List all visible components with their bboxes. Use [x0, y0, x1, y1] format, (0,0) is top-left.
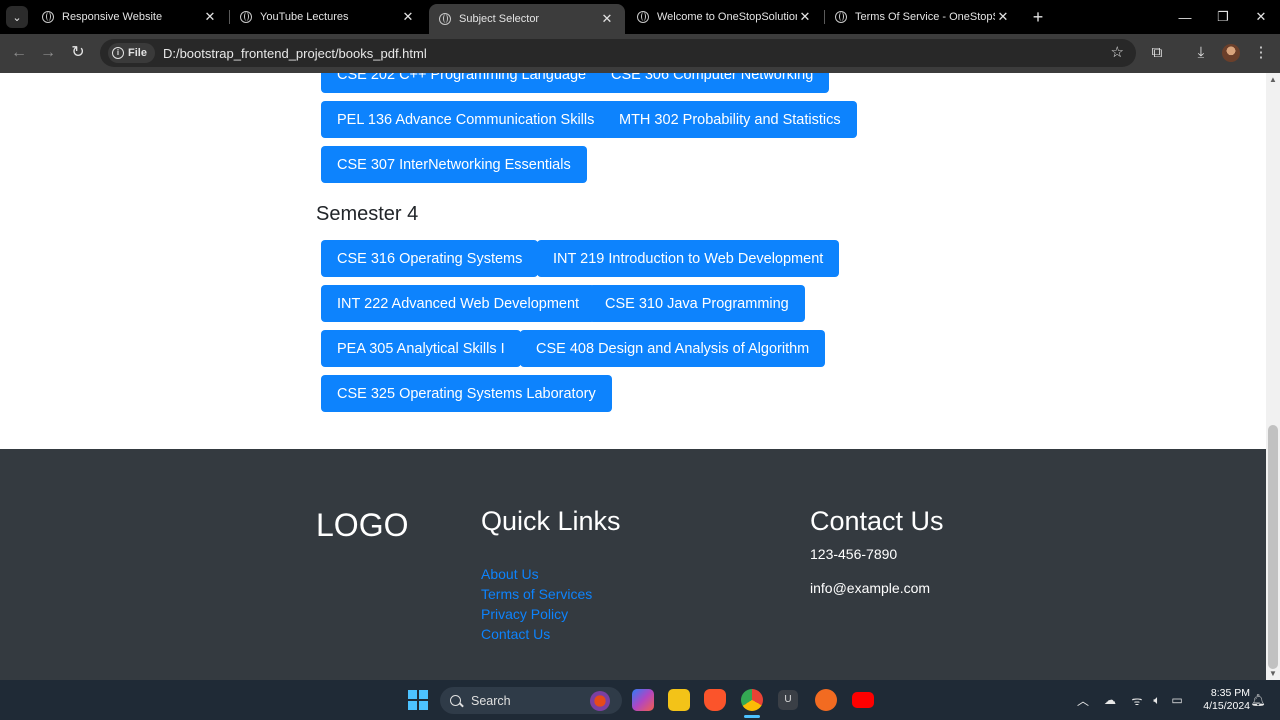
wifi-icon[interactable]: ᯤ [1128, 680, 1146, 720]
tab-responsive-website[interactable]: Responsive Website ✕ [32, 0, 228, 34]
tab-search-button[interactable]: ⌄ [6, 6, 28, 28]
globe-icon [439, 13, 451, 25]
tab-subject-selector[interactable]: Subject Selector ✕ [429, 4, 625, 34]
subject-button[interactable]: CSE 202 C++ Programming Language [321, 73, 603, 93]
tab-title: Terms Of Service - OneStopSolutions [855, 11, 995, 23]
taskbar: Search U ︿ ☁ ᯤ 🔈︎ ▭ 8:35 PM 4/15/2024 🔔︎ [0, 680, 1280, 720]
restore-button[interactable]: ❐ [1204, 0, 1242, 34]
footer-link-about[interactable]: About Us [481, 566, 539, 582]
site-info-label: File [128, 47, 147, 59]
footer-link-terms[interactable]: Terms of Services [481, 586, 592, 602]
contact-email: info@example.com [810, 580, 931, 596]
web-page: CSE 202 C++ Programming Language CSE 306… [0, 73, 1266, 680]
close-icon[interactable]: ✕ [202, 9, 218, 25]
subject-button[interactable]: CSE 306 Computer Networking [595, 73, 830, 93]
browser-toolbar: ← → ↻ i File D:/bootstrap_frontend_proje… [0, 34, 1280, 73]
footer-logo[interactable]: LOGO [316, 507, 408, 544]
arrow-right-icon: → [40, 44, 56, 61]
tab-title: Welcome to OneStopSolutions [657, 11, 797, 23]
info-icon: i [112, 47, 124, 59]
url-text[interactable]: D:/bootstrap_frontend_project/books_pdf.… [163, 46, 427, 61]
bookmark-star-icon[interactable]: ☆ [1111, 43, 1124, 61]
tab-terms-of-service[interactable]: Terms Of Service - OneStopSolutions ✕ [825, 0, 1021, 34]
tray-overflow-chevron-icon[interactable]: ︿ [1074, 680, 1092, 720]
copilot-icon[interactable] [632, 689, 654, 711]
notification-bell-icon[interactable]: 🔔︎ [1250, 680, 1266, 720]
close-icon[interactable]: ✕ [797, 9, 813, 25]
taskbar-search-label: Search [471, 693, 511, 708]
subject-button[interactable]: INT 219 Introduction to Web Development [537, 240, 840, 277]
back-button[interactable]: ← [8, 42, 30, 64]
windows-start-icon[interactable] [408, 690, 428, 710]
subject-button[interactable]: CSE 408 Design and Analysis of Algorithm [520, 330, 826, 367]
scrollbar-thumb[interactable] [1268, 425, 1278, 669]
globe-icon [835, 11, 847, 23]
reload-icon: ↻ [71, 44, 85, 61]
semester-heading: Semester 4 [316, 203, 419, 225]
minimize-icon: — [1178, 9, 1192, 25]
download-icon[interactable]: ⤓ [1190, 42, 1212, 64]
search-icon [450, 695, 461, 706]
subject-button[interactable]: PEA 305 Analytical Skills I [321, 330, 521, 367]
youtube-icon[interactable] [852, 692, 874, 708]
postman-icon[interactable] [815, 689, 837, 711]
subject-button[interactable]: CSE 307 InterNetworking Essentials [321, 146, 587, 183]
globe-icon [637, 11, 649, 23]
quick-links-title: Quick Links [481, 506, 621, 536]
scroll-up-icon[interactable]: ▲ [1269, 75, 1277, 84]
active-app-indicator [744, 715, 760, 718]
onedrive-icon[interactable]: ☁ [1100, 680, 1120, 720]
search-highlight-icon [590, 691, 610, 711]
tab-title: YouTube Lectures [260, 11, 349, 23]
restore-icon: ❐ [1217, 9, 1229, 24]
close-icon[interactable]: ✕ [995, 9, 1011, 25]
profile-avatar[interactable] [1222, 44, 1240, 62]
tab-title: Responsive Website [62, 11, 163, 23]
chrome-icon[interactable] [741, 689, 763, 711]
footer-link-contact[interactable]: Contact Us [481, 626, 550, 642]
tab-title: Subject Selector [459, 13, 540, 25]
menu-kebab-icon[interactable]: ⋮ [1250, 42, 1272, 64]
contact-title: Contact Us [810, 506, 944, 536]
chevron-down-icon: ⌄ [12, 11, 22, 24]
brave-browser-icon[interactable] [704, 689, 726, 711]
globe-icon [240, 11, 252, 23]
close-icon[interactable]: ✕ [599, 11, 615, 27]
close-window-button[interactable]: ✕ [1242, 0, 1280, 34]
reload-button[interactable]: ↻ [67, 42, 89, 64]
tab-welcome-onestopsolutions[interactable]: Welcome to OneStopSolutions ✕ [627, 0, 823, 34]
tab-youtube-lectures[interactable]: YouTube Lectures ✕ [230, 0, 426, 34]
file-explorer-icon[interactable] [668, 689, 690, 711]
clock-time: 8:35 PM [1210, 687, 1250, 699]
scroll-down-icon[interactable]: ▼ [1269, 669, 1277, 678]
site-footer: LOGO Quick Links About Us Terms of Servi… [0, 449, 1266, 680]
plus-icon: + [1032, 7, 1044, 27]
subject-button[interactable]: PEL 136 Advance Communication Skills [321, 101, 611, 138]
extensions-icon[interactable]: ⧉ [1146, 42, 1168, 64]
forward-button[interactable]: → [37, 42, 59, 64]
tab-strip: ⌄ Responsive Website ✕ YouTube Lectures … [0, 0, 1280, 34]
footer-link-privacy[interactable]: Privacy Policy [481, 606, 568, 622]
minimize-button[interactable]: — [1166, 0, 1204, 34]
taskbar-clock[interactable]: 8:35 PM 4/15/2024 [1190, 687, 1250, 713]
subject-button[interactable]: CSE 310 Java Programming [589, 285, 805, 322]
battery-icon[interactable]: ▭ [1168, 680, 1186, 720]
close-icon[interactable]: ✕ [400, 9, 416, 25]
address-bar[interactable]: i File D:/bootstrap_frontend_project/boo… [100, 39, 1136, 67]
contact-phone: 123-456-7890 [810, 546, 898, 562]
site-info-chip[interactable]: i File [108, 43, 155, 63]
subject-button[interactable]: MTH 302 Probability and Statistics [603, 101, 857, 138]
globe-icon [42, 11, 54, 23]
subject-button[interactable]: CSE 316 Operating Systems [321, 240, 539, 277]
arrow-left-icon: ← [11, 44, 27, 61]
subject-button[interactable]: CSE 325 Operating Systems Laboratory [321, 375, 612, 412]
subject-button[interactable]: INT 222 Advanced Web Development [321, 285, 596, 322]
clock-date: 4/15/2024 [1203, 700, 1250, 712]
unity-app-icon[interactable]: U [778, 690, 798, 710]
close-icon: ✕ [1255, 9, 1267, 24]
new-tab-button[interactable]: + [1028, 7, 1048, 27]
volume-icon[interactable]: 🔈︎ [1148, 680, 1166, 720]
taskbar-search[interactable]: Search [440, 687, 622, 714]
page-scrollbar[interactable]: ▲ ▼ [1266, 73, 1280, 680]
